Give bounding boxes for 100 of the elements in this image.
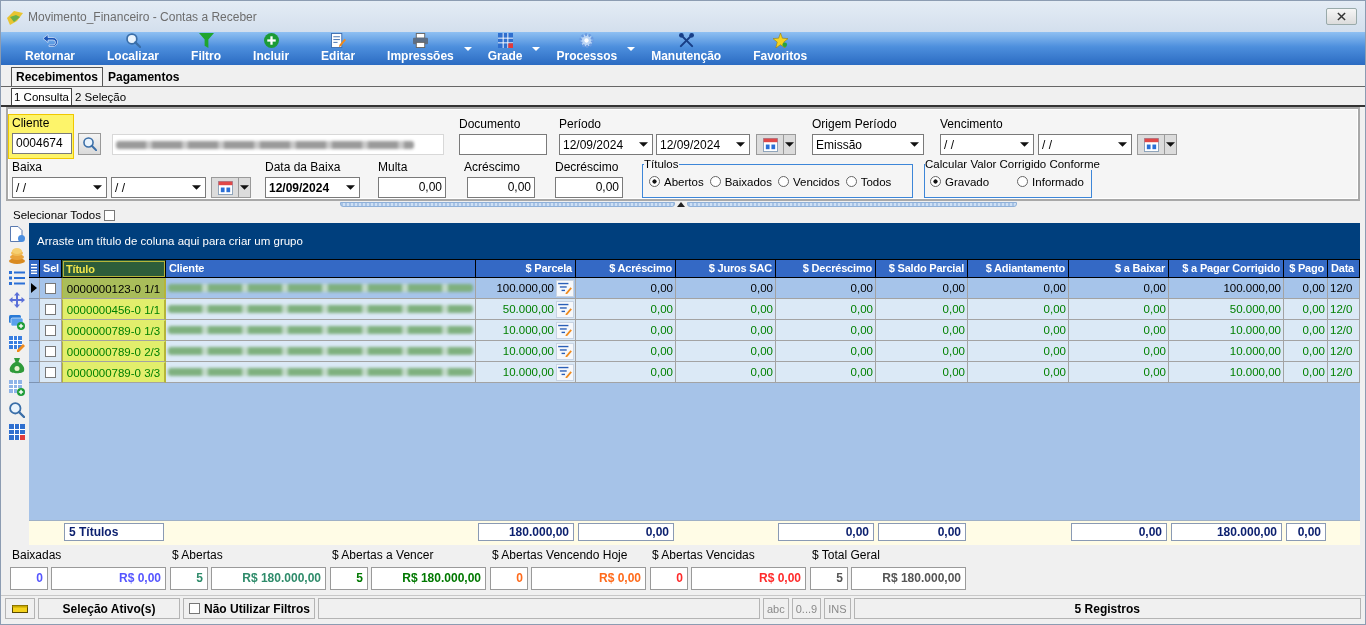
- toolbar-button[interactable]: Processos: [552, 32, 636, 65]
- row-header-cell[interactable]: [29, 278, 40, 299]
- row-header-cell[interactable]: [29, 320, 40, 341]
- group-title: Títulos: [644, 158, 679, 170]
- toolbar-button[interactable]: Localizar: [103, 32, 164, 65]
- gear-icon: [579, 33, 595, 48]
- checkbox[interactable]: [45, 366, 56, 378]
- radio-option[interactable]: Informado: [1017, 175, 1084, 188]
- close-button[interactable]: [1326, 7, 1357, 25]
- radio-option[interactable]: Vencidos: [777, 175, 840, 188]
- toolbar-button[interactable]: Filtro: [187, 32, 226, 65]
- table-row[interactable]: 0000000456-0 1/1 50.000,00 0,00 0,00 0,00 0,00 0,00 0,00 50.000,00 0,00 12/0: [29, 299, 1360, 320]
- row-header-cell[interactable]: [29, 362, 40, 383]
- column-header[interactable]: Título: [62, 260, 166, 278]
- radio-option[interactable]: Abertos: [649, 175, 704, 188]
- date-combo[interactable]: / /: [111, 177, 206, 198]
- checkbox[interactable]: [45, 282, 56, 294]
- money-bag-icon[interactable]: [9, 358, 25, 374]
- radio-option[interactable]: Gravado: [930, 175, 990, 188]
- search-button[interactable]: [78, 133, 101, 155]
- radio-icon[interactable]: [709, 176, 721, 187]
- panel-button[interactable]: [5, 598, 35, 619]
- grid-plus-icon[interactable]: [9, 380, 25, 396]
- toolbar-button[interactable]: Favoritos: [749, 32, 812, 65]
- date-combo[interactable]: / /: [940, 134, 1034, 155]
- radio-option[interactable]: Todos: [845, 175, 892, 188]
- amount-field[interactable]: 0,00: [467, 177, 535, 198]
- radio-icon[interactable]: [777, 176, 789, 187]
- star-icon: [772, 33, 788, 48]
- tab[interactable]: Pagamentos: [103, 67, 185, 86]
- count-field: 0: [10, 567, 48, 590]
- date-combo[interactable]: / /: [12, 177, 107, 198]
- table-cell: 12/0: [1328, 362, 1360, 383]
- date-combo[interactable]: / /: [1038, 134, 1132, 155]
- row-header-cell[interactable]: [29, 341, 40, 362]
- coins-icon[interactable]: [9, 248, 25, 264]
- splitter-handle[interactable]: [687, 202, 1017, 207]
- amount-field[interactable]: 0,00: [378, 177, 446, 198]
- radio-icon[interactable]: [1017, 176, 1029, 187]
- table-cell-text: 10.000,00: [502, 344, 554, 359]
- table-row[interactable]: 0000000789-0 2/3 10.000,00 0,00 0,00 0,00 0,00 0,00 0,00 10.000,00 0,00 12/0: [29, 341, 1360, 362]
- toolbar-button[interactable]: Impressões: [383, 32, 472, 65]
- no-filters-checkbox[interactable]: Não Utilizar Filtros: [183, 598, 315, 619]
- document-field[interactable]: [459, 134, 547, 155]
- edit-button[interactable]: [556, 279, 574, 297]
- caret-down-icon: [93, 185, 102, 190]
- table-cell: 0000000123-0 1/1: [62, 278, 166, 299]
- client-code-field[interactable]: 0004674: [12, 133, 72, 154]
- table-row[interactable]: 0000000789-0 3/3 10.000,00 0,00 0,00 0,00 0,00 0,00 0,00 10.000,00 0,00 12/0: [29, 362, 1360, 383]
- tab[interactable]: 2 Seleção: [72, 88, 130, 105]
- summary-label: $ Total Geral: [811, 548, 881, 563]
- checkbox[interactable]: [45, 345, 56, 357]
- table-cell: 0000000789-0 3/3: [62, 362, 166, 383]
- caret-down-icon: [785, 142, 794, 147]
- amount-field[interactable]: 0,00: [555, 177, 623, 198]
- edit-button[interactable]: [556, 363, 574, 381]
- table-cell: 0,00: [968, 362, 1069, 383]
- table-row[interactable]: 0000000123-0 1/1 100.000,00 0,00 0,00 0,00 0,00 0,00 0,00 100.000,00 0,00 12/0: [29, 278, 1360, 299]
- calendar-button[interactable]: [211, 177, 251, 198]
- splitter-handle[interactable]: [340, 202, 675, 207]
- toolbar-button[interactable]: Manutenção: [647, 32, 726, 65]
- toolbar-button[interactable]: Incluir: [249, 32, 294, 65]
- toolbar-button[interactable]: Editar: [317, 32, 360, 65]
- toolbar-button[interactable]: Grade: [483, 32, 541, 65]
- tab[interactable]: Recebimentos: [11, 67, 104, 86]
- toolbar-button[interactable]: Retornar: [21, 32, 79, 65]
- radio-icon[interactable]: [845, 176, 857, 187]
- date-combo[interactable]: 12/09/2024: [265, 177, 360, 198]
- table-cell-text: 10.000,00: [502, 365, 554, 380]
- origin-combo[interactable]: Emissão: [812, 134, 924, 155]
- list-icon[interactable]: [9, 270, 25, 286]
- calendar-button[interactable]: [1137, 134, 1177, 155]
- date-combo[interactable]: 12/09/2024: [656, 134, 750, 155]
- edit-button[interactable]: [556, 300, 574, 318]
- date-combo[interactable]: 12/09/2024: [559, 134, 653, 155]
- move-arrows-icon[interactable]: [9, 292, 25, 308]
- radio-icon[interactable]: [649, 176, 660, 187]
- search-icon[interactable]: [9, 402, 25, 418]
- edit-button[interactable]: [556, 342, 574, 360]
- checkbox[interactable]: [45, 324, 56, 336]
- checkbox[interactable]: [189, 603, 200, 614]
- document-icon[interactable]: [9, 226, 25, 242]
- row-header-cell[interactable]: [29, 299, 40, 320]
- radio-option[interactable]: Baixados: [709, 175, 772, 188]
- table-row[interactable]: 0000000789-0 1/3 10.000,00 0,00 0,00 0,00 0,00 0,00 0,00 10.000,00 0,00 12/0: [29, 320, 1360, 341]
- window-plus-icon[interactable]: [9, 314, 25, 330]
- amount-field: R$ 0,00: [531, 567, 646, 590]
- field-label: Multa: [378, 160, 409, 176]
- close-icon: [1337, 11, 1346, 21]
- checkbox[interactable]: [45, 303, 56, 315]
- calendar-button[interactable]: [756, 134, 796, 155]
- grid-icon[interactable]: [9, 424, 25, 440]
- checkbox[interactable]: [104, 209, 115, 221]
- tab[interactable]: 1 Consulta: [11, 88, 72, 105]
- caret-down-icon: [639, 142, 648, 147]
- radio-icon[interactable]: [930, 176, 941, 187]
- edit-button[interactable]: [556, 321, 574, 339]
- grid-pencil-icon[interactable]: [9, 336, 25, 352]
- client-name-field[interactable]: [112, 134, 444, 155]
- field-label: Cliente: [12, 116, 51, 132]
